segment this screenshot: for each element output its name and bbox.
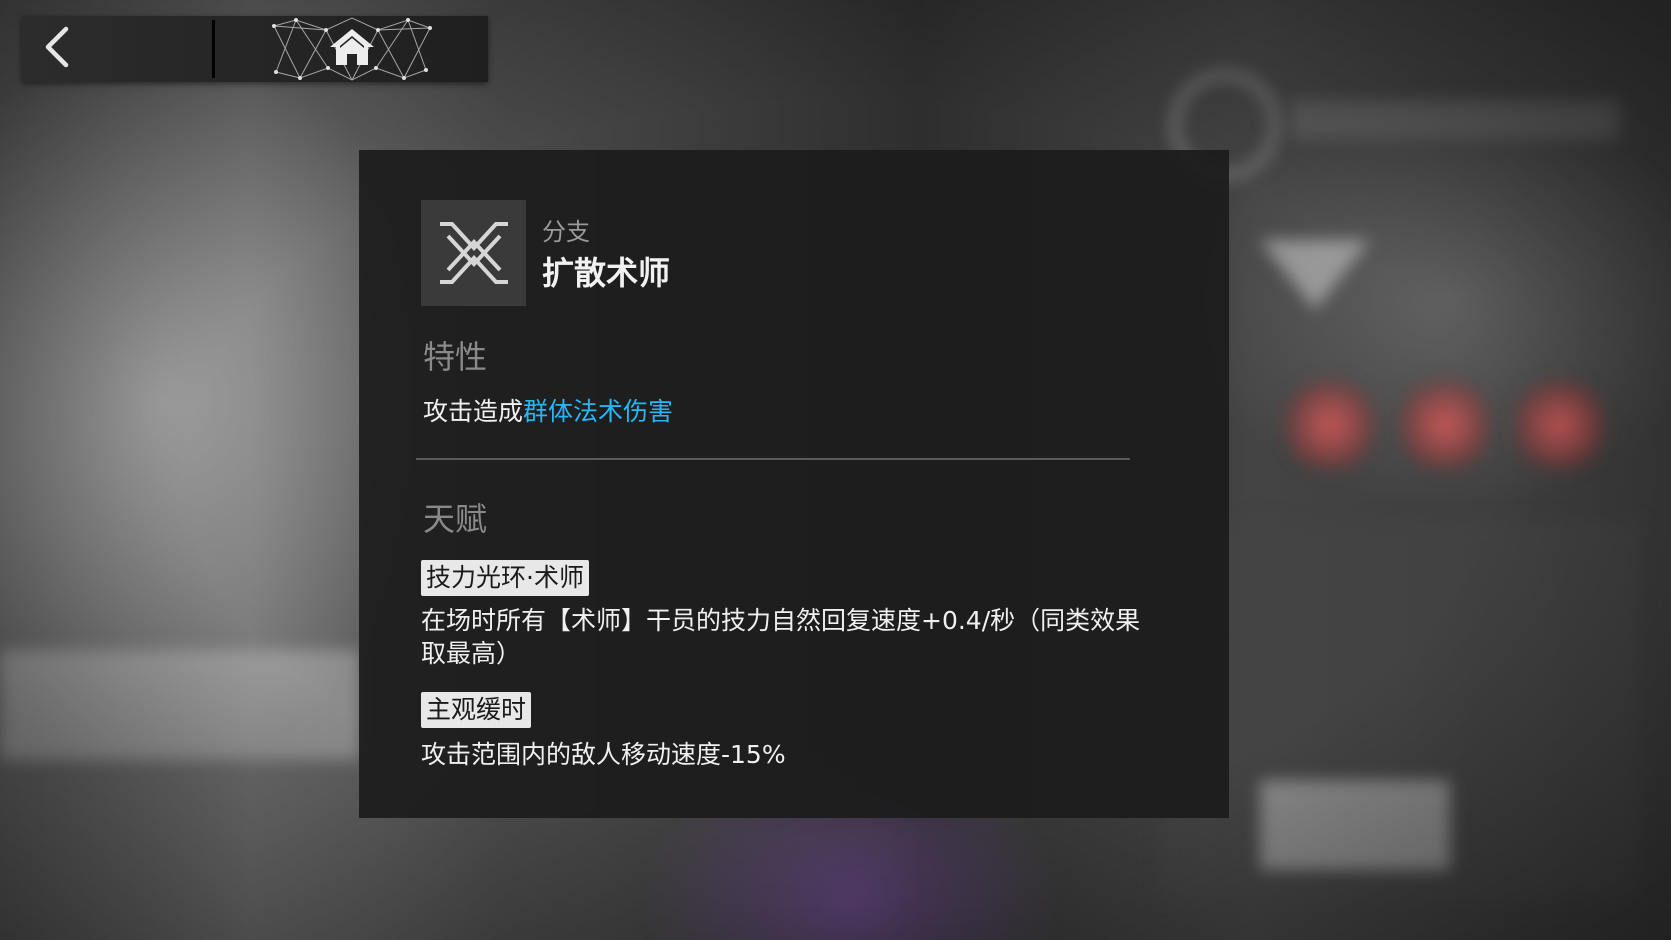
home-icon <box>328 27 376 71</box>
talent-heading: 天赋 <box>423 500 488 538</box>
trait-description: 攻击造成群体法术伤害 <box>423 392 673 428</box>
branch-caption: 分支 <box>542 218 590 246</box>
top-nav-bar <box>22 16 488 82</box>
branch-info-panel: 分支 扩散术师 特性 攻击造成群体法术伤害 天赋 技力光环·术师 在场时所有【术… <box>359 150 1229 818</box>
chevron-left-icon <box>40 25 72 73</box>
back-button[interactable] <box>22 16 212 82</box>
home-button[interactable] <box>215 16 488 82</box>
branch-name: 扩散术师 <box>542 254 671 292</box>
talent-name-tag: 技力光环·术师 <box>421 560 589 596</box>
talent-name-tag: 主观缓时 <box>421 692 532 728</box>
trait-text-plain: 攻击造成 <box>423 397 524 426</box>
section-divider <box>416 458 1130 460</box>
talent-description: 攻击范围内的敌人移动速度-15% <box>421 740 786 769</box>
talent-description: 在场时所有【术师】干员的技力自然回复速度+0.4/秒（同类效果取最高） <box>421 606 1141 668</box>
trait-text-highlight: 群体法术伤害 <box>523 397 674 426</box>
splash-caster-branch-icon <box>421 200 526 306</box>
trait-heading: 特性 <box>423 338 488 376</box>
game-screen: 分支 扩散术师 特性 攻击造成群体法术伤害 天赋 技力光环·术师 在场时所有【术… <box>0 0 1671 940</box>
